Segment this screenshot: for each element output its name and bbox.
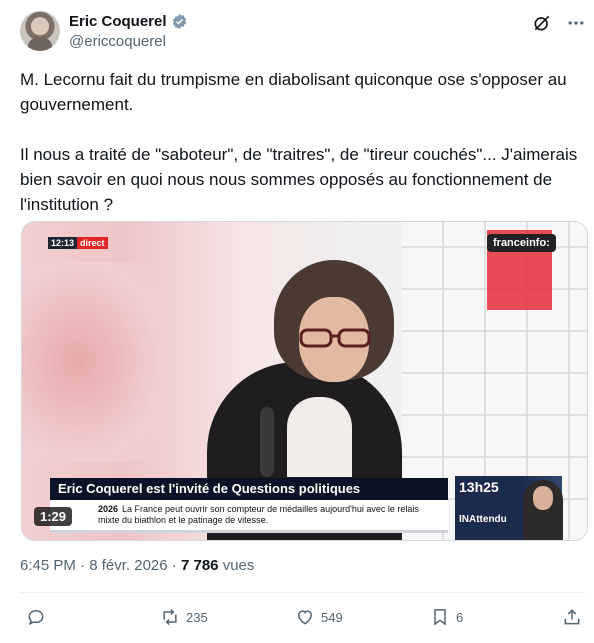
share-button[interactable] bbox=[562, 607, 582, 627]
news-ticker: 2026 La France peut ouvrir son compteur d… bbox=[50, 500, 448, 530]
views-count: 7 786 bbox=[180, 557, 219, 574]
bookmark-icon bbox=[434, 609, 446, 626]
like-icon bbox=[297, 610, 313, 625]
author-handle[interactable]: @ericcoquerel bbox=[69, 33, 166, 50]
reply-icon bbox=[28, 609, 44, 626]
meta-separator: · bbox=[171, 557, 177, 574]
tweet-date[interactable]: 8 févr. 2026 bbox=[89, 557, 167, 574]
microphone bbox=[260, 407, 274, 477]
tweet-paragraph: M. Lecornu fait du trumpisme en diabolis… bbox=[20, 70, 567, 114]
clock: 12:13 bbox=[48, 237, 78, 249]
views-label: vues bbox=[222, 557, 255, 574]
bookmark-count: 6 bbox=[456, 609, 464, 625]
reply-button[interactable] bbox=[26, 607, 52, 627]
next-program: 13h25 INAttendu bbox=[455, 476, 563, 540]
video-duration: 1:29 bbox=[34, 507, 73, 526]
grok-icon[interactable] bbox=[532, 13, 552, 33]
tweet-header: Eric Coquerel @ericcoquerel bbox=[20, 11, 586, 53]
tweet-paragraph: Il nous a traité de "saboteur", de "trai… bbox=[20, 145, 578, 214]
ticker-bar bbox=[50, 530, 448, 533]
ticker-text: La France peut ouvrir son compteur de mé… bbox=[98, 504, 419, 525]
action-bar: 235 549 6 bbox=[20, 607, 586, 633]
more-icon[interactable] bbox=[566, 13, 586, 33]
next-host-face bbox=[533, 486, 553, 510]
repost-icon bbox=[163, 608, 177, 626]
like-button[interactable]: 549 bbox=[295, 607, 343, 627]
share-icon bbox=[564, 609, 580, 625]
next-program-time: 13h25 bbox=[459, 479, 499, 495]
lower-third-title: Eric Coquerel est l'invité de Questions … bbox=[50, 478, 448, 500]
repost-count: 235 bbox=[186, 609, 208, 625]
bookmark-button[interactable]: 6 bbox=[430, 607, 463, 627]
avatar[interactable] bbox=[20, 11, 60, 51]
channel-logo: franceinfo: bbox=[487, 234, 556, 252]
top-actions bbox=[532, 13, 586, 33]
author-name-row: Eric Coquerel bbox=[69, 13, 188, 30]
video-media[interactable]: 12:13 direct franceinfo: Eric Coquerel e… bbox=[21, 221, 588, 541]
like-count: 549 bbox=[321, 609, 343, 625]
tweet-text: M. Lecornu fait du trumpisme en diabolis… bbox=[20, 67, 586, 242]
ticker-year: 2026 bbox=[98, 504, 119, 514]
glasses-icon bbox=[299, 328, 371, 348]
live-badge: 12:13 direct bbox=[48, 237, 108, 249]
author-name[interactable]: Eric Coquerel bbox=[69, 13, 167, 30]
meta-separator: · bbox=[80, 557, 86, 574]
tweet-meta: 6:45 PM · 8 févr. 2026 · 7 786 vues bbox=[20, 557, 254, 574]
divider bbox=[20, 592, 586, 593]
guest-shirt bbox=[287, 397, 352, 477]
next-program-name: INAttendu bbox=[459, 514, 507, 525]
tweet-time[interactable]: 6:45 PM bbox=[20, 557, 76, 574]
studio-background bbox=[22, 262, 162, 462]
verified-badge-icon bbox=[172, 14, 186, 29]
repost-button[interactable]: 235 bbox=[160, 607, 208, 627]
live-label: direct bbox=[77, 237, 108, 249]
